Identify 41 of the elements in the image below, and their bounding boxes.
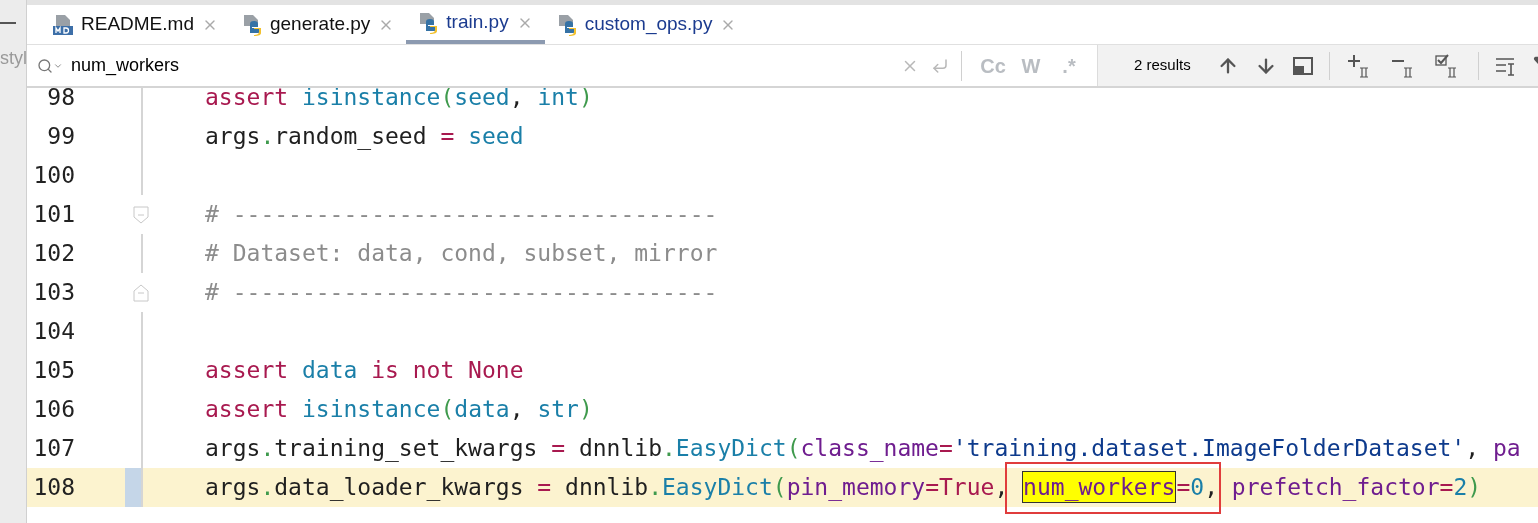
text-align-icon[interactable]	[1494, 55, 1517, 76]
tab-label: custom_ops.py	[584, 12, 713, 37]
fold-marker-icon[interactable]	[133, 205, 149, 224]
code-text: # Dataset: data, cond, subset, mirror	[205, 239, 718, 269]
line-number: 107	[32, 434, 75, 464]
line-number: 98	[46, 88, 75, 113]
window-icon[interactable]	[1292, 56, 1313, 75]
editor-tab[interactable]: README.md	[41, 5, 230, 44]
code-text: assert data is not None	[205, 356, 524, 386]
python-file-icon	[418, 11, 439, 34]
code-text: # -----------------------------------	[205, 278, 718, 308]
code-text: args.data_loader_kwargs = dnnlib.EasyDict(pin_memory=True, num_workers=0, prefetch_factor=2)	[205, 470, 1482, 505]
code-text: assert isinstance(data, str)	[205, 395, 593, 425]
code-text: args.random_seed = seed	[205, 122, 524, 152]
line-number: 108	[32, 473, 75, 503]
line-number: 101	[32, 200, 75, 230]
fold-marker-icon[interactable]	[133, 283, 149, 302]
result-count: 2 results	[1134, 55, 1191, 76]
code-text: # -----------------------------------	[205, 200, 718, 230]
markdown-file-icon	[53, 13, 73, 36]
editor-tab[interactable]: generate.py	[229, 5, 407, 44]
minimize-icon[interactable]	[0, 21, 16, 24]
panel-text: styl	[0, 47, 26, 70]
code-text: args.training_set_kwargs = dnnlib.EasyDict(class_name='training.dataset.ImageFolderDataset', pa	[205, 434, 1521, 464]
line-number: 103	[32, 278, 75, 308]
tab-label: generate.py	[269, 12, 371, 37]
line-number: 105	[32, 356, 75, 386]
search-field[interactable]: num_workers	[71, 52, 891, 79]
line-number: 99	[46, 122, 75, 152]
search-icon[interactable]	[37, 57, 63, 74]
code-text: assert isinstance(seed, int)	[205, 88, 593, 113]
python-file-icon	[556, 13, 577, 36]
editor-tab[interactable]: custom_ops.py	[544, 5, 749, 44]
line-number: 104	[32, 317, 75, 347]
python-file-icon	[241, 13, 262, 36]
line-number: 100	[32, 161, 75, 191]
line-number: 102	[32, 239, 75, 269]
tab-label: train.py	[446, 10, 509, 35]
tab-label: README.md	[81, 12, 194, 37]
fold-guide-line	[141, 234, 143, 273]
line-number: 106	[32, 395, 75, 425]
